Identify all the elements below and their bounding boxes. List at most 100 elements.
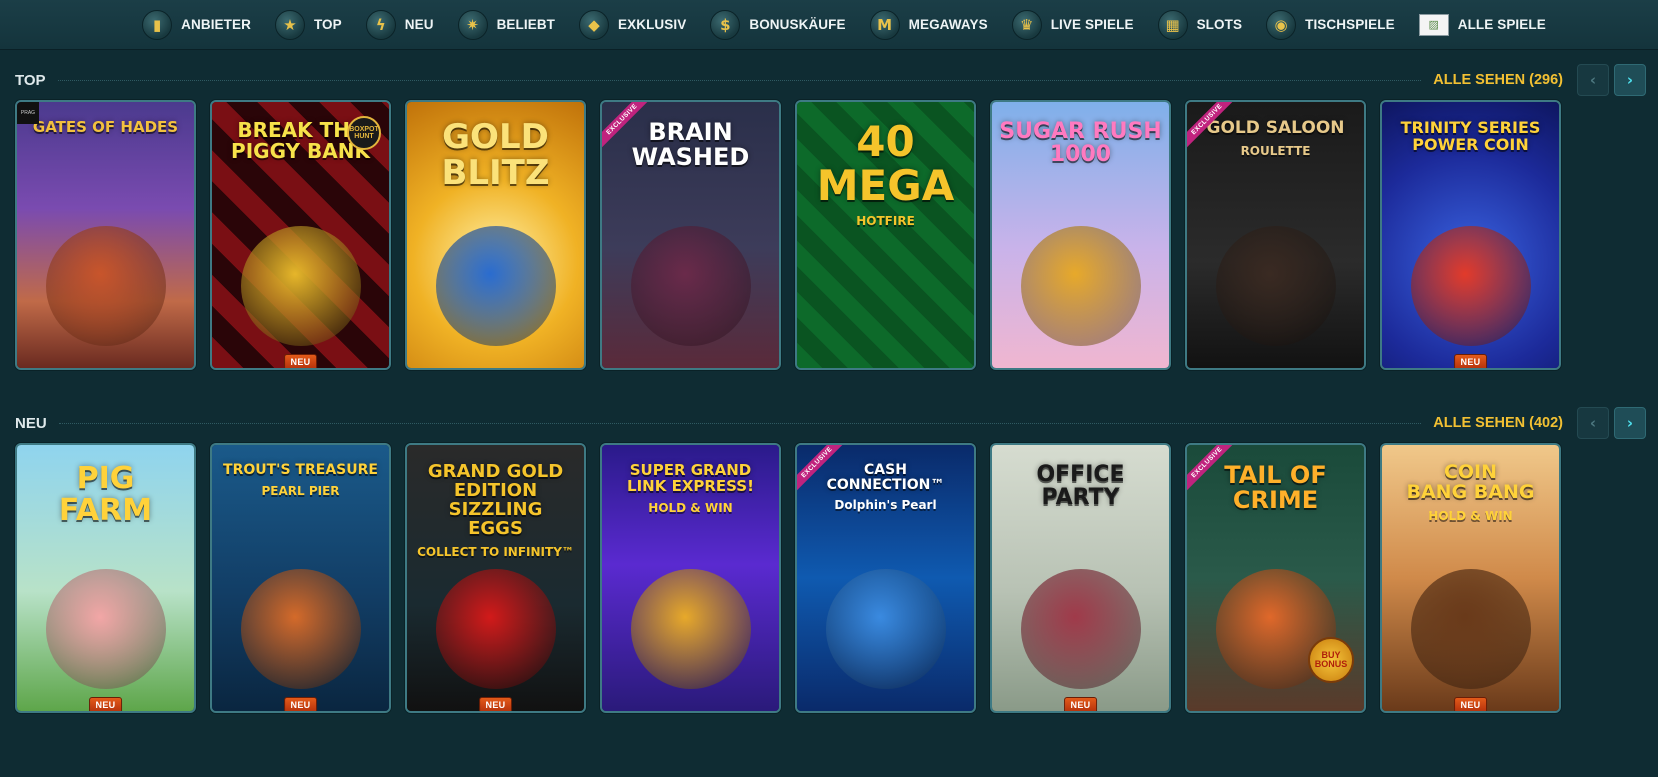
nav-item-label: EXKLUSIV	[618, 17, 687, 32]
nav-item-slots[interactable]: ▦ SLOTS	[1157, 5, 1243, 45]
game-card[interactable]: TRINITY SERIES POWER COIN NEU	[1380, 100, 1561, 370]
game-title: TRINITY SERIES POWER COIN	[1400, 118, 1541, 154]
game-carousel: Gates of Hades PRAG BREAK the PIGGY BANK BO…	[15, 100, 1561, 370]
game-card[interactable]: 40 MEGA HOTFIRE	[795, 100, 976, 370]
game-card[interactable]: GRAND GOLD EDITION SIZZLING EGGS COLLECT …	[405, 443, 586, 713]
game-title: TROUT'S TREASURE	[223, 462, 378, 478]
trophy-icon: ♛	[1011, 9, 1042, 40]
nav-item-label: BELIEBT	[496, 17, 556, 32]
see-all-link[interactable]: ALLE SEHEN (402)	[1433, 415, 1563, 431]
game-artwork	[630, 226, 751, 346]
new-badge: NEU	[478, 697, 513, 711]
nav-item-live-spiele[interactable]: ♛ LIVE SPIELE	[1011, 5, 1134, 45]
game-card[interactable]: BRAIN WASHED EXCLUSIVE	[600, 100, 781, 370]
game-carousel: PIG FARM NEU TROUT'S TREASURE PEARL PIER NEU…	[15, 443, 1561, 713]
category-nav: ▮ ANBIETER ★ TOP ϟ NEU ✷ BELIEBT ◆ EXKLUSIV $ BONUS…	[0, 0, 1658, 50]
game-title: Sugar RUSH 1000	[999, 119, 1162, 168]
game-title: 40 MEGA	[816, 117, 955, 211]
game-title: Gates of Hades	[32, 118, 179, 136]
game-subtitle: Dolphin's Pearl	[834, 498, 937, 513]
game-artwork	[1410, 226, 1531, 346]
game-thumbnail: CASH CONNECTION™ Dolphin's Pearl	[797, 445, 974, 711]
badge-icon: ✷	[457, 9, 488, 40]
game-card[interactable]: GOLD SALOON ROULETTE EXCLUSIVE	[1185, 100, 1366, 370]
game-thumbnail: OFFICE PARTY	[992, 445, 1169, 711]
game-thumbnail: BRAIN WASHED	[602, 102, 779, 368]
nav-item-megaways[interactable]: M MEGAWAYS	[869, 5, 988, 45]
game-artwork	[1410, 569, 1531, 689]
row-title: TOP	[15, 71, 46, 89]
game-thumbnail: COIN BANG BANG HOLD & WIN	[1382, 445, 1559, 711]
game-subtitle: HOLD & WIN	[648, 500, 733, 515]
game-card[interactable]: CASH CONNECTION™ Dolphin's Pearl EXCLUSIVE	[795, 443, 976, 713]
money-bag-icon: $	[710, 9, 741, 40]
game-thumbnail: GOLD SALOON ROULETTE	[1187, 102, 1364, 368]
nav-item-label: TISCHSPIELE	[1305, 17, 1395, 32]
row-header: TOP ALLE SEHEN (296) ‹ ›	[15, 64, 1658, 96]
diamond-icon: ◆	[579, 9, 610, 40]
game-thumbnail: TROUT'S TREASURE PEARL PIER	[212, 445, 389, 711]
game-title: GOLD BLITZ	[441, 117, 550, 193]
broken-image-icon: ▨	[1418, 13, 1449, 36]
prev-arrow-button[interactable]: ‹	[1577, 64, 1609, 96]
nav-item-label: NEU	[404, 17, 434, 32]
game-title: BRAIN WASHED	[631, 118, 750, 172]
dotted-divider	[57, 79, 1422, 81]
nav-item-label: ALLE SPIELE	[1457, 17, 1546, 32]
megaways-icon: M	[869, 9, 900, 40]
nav-item-tischspiele[interactable]: ◉ TISCHSPIELE	[1266, 5, 1395, 45]
game-card[interactable]: GOLD BLITZ	[405, 100, 586, 370]
provider-logo: BOXPOT HUNT	[347, 116, 381, 150]
nav-item-anbieter[interactable]: ▮ ANBIETER	[142, 5, 251, 45]
new-badge: NEU	[283, 697, 318, 711]
game-card[interactable]: OFFICE PARTY NEU	[990, 443, 1171, 713]
next-arrow-button[interactable]: ›	[1614, 64, 1646, 96]
nav-item-label: MEGAWAYS	[908, 17, 988, 32]
new-badge: NEU	[1453, 697, 1488, 711]
game-card[interactable]: TROUT'S TREASURE PEARL PIER NEU	[210, 443, 391, 713]
nav-item-bonuskäufe[interactable]: $ BONUSKÄUFE	[710, 5, 846, 45]
game-card[interactable]: Sugar RUSH 1000	[990, 100, 1171, 370]
game-title: TAIL OF CRIME	[1224, 461, 1327, 515]
new-badge: NEU	[88, 697, 123, 711]
dotted-divider	[58, 422, 1422, 424]
game-thumbnail: TRINITY SERIES POWER COIN	[1382, 102, 1559, 368]
provider-logo: PRAG	[17, 102, 39, 124]
game-thumbnail: SUPER GRAND LINK EXPRESS! HOLD & WIN	[602, 445, 779, 711]
game-title: GRAND GOLD EDITION SIZZLING EGGS	[427, 461, 564, 539]
next-arrow-button[interactable]: ›	[1614, 407, 1646, 439]
game-card[interactable]: PIG FARM NEU	[15, 443, 196, 713]
game-card[interactable]: Gates of Hades PRAG	[15, 100, 196, 370]
game-title: COIN BANG BANG	[1406, 461, 1535, 503]
nav-item-beliebt[interactable]: ✷ BELIEBT	[457, 5, 556, 45]
game-card[interactable]: COIN BANG BANG HOLD & WIN NEU	[1380, 443, 1561, 713]
game-artwork	[45, 226, 166, 346]
see-all-link[interactable]: ALLE SEHEN (296)	[1433, 72, 1563, 88]
game-title: CASH CONNECTION™	[826, 462, 945, 493]
prev-arrow-button[interactable]: ‹	[1577, 407, 1609, 439]
game-artwork	[240, 226, 361, 346]
game-subtitle: HOTFIRE	[856, 214, 915, 229]
game-card[interactable]: SUPER GRAND LINK EXPRESS! HOLD & WIN	[600, 443, 781, 713]
buy-bonus-badge: BUY BONUS	[1308, 637, 1354, 683]
new-badge: NEU	[1063, 697, 1098, 711]
game-title: GOLD SALOON	[1206, 118, 1345, 138]
game-artwork	[240, 569, 361, 689]
game-card[interactable]: TAIL OF CRIME EXCLUSIVE BUY BONUS	[1185, 443, 1366, 713]
game-card[interactable]: BREAK the PIGGY BANK BOXPOT HUNT NEU	[210, 100, 391, 370]
table-icon: ◉	[1266, 9, 1297, 40]
game-artwork	[1215, 226, 1336, 346]
nav-item-neu[interactable]: ϟ NEU	[365, 5, 434, 45]
game-artwork	[435, 569, 556, 689]
game-artwork	[825, 569, 946, 689]
provider-icon: ▮	[142, 9, 173, 40]
game-artwork	[45, 569, 166, 689]
game-artwork	[435, 226, 556, 346]
nav-item-label: LIVE SPIELE	[1050, 17, 1134, 32]
nav-item-top[interactable]: ★ TOP	[274, 5, 342, 45]
slot-machine-icon: ▦	[1157, 9, 1188, 40]
nav-item-label: ANBIETER	[181, 17, 251, 32]
nav-item-alle-spiele[interactable]: ▨ ALLE SPIELE	[1418, 5, 1546, 45]
nav-item-exklusiv[interactable]: ◆ EXKLUSIV	[579, 5, 686, 45]
game-subtitle: ROULETTE	[1240, 143, 1311, 158]
